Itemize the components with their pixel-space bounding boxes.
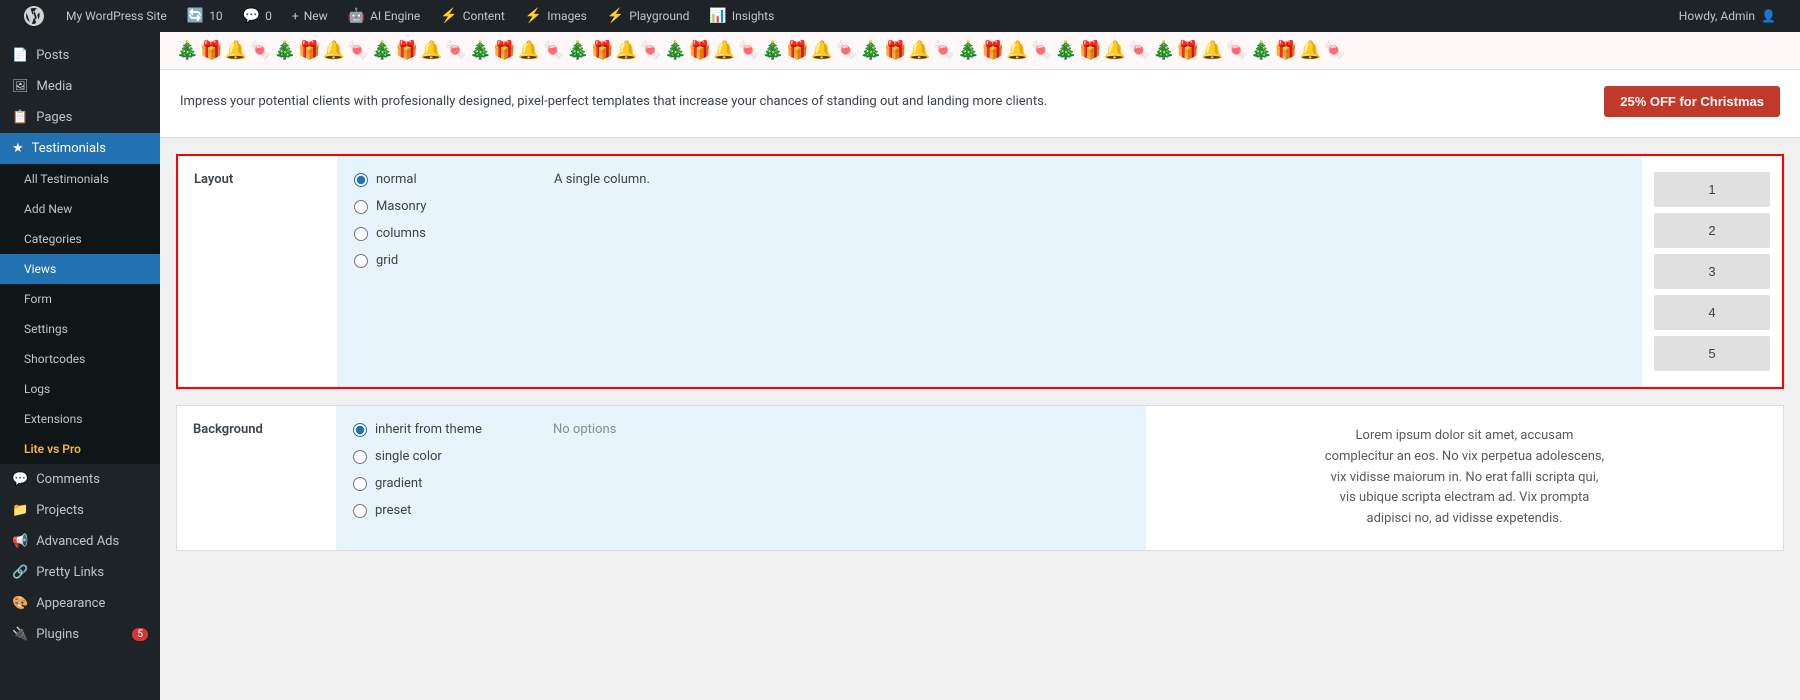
sidebar-item-form[interactable]: Form [0, 284, 160, 314]
appearance-icon: 🎨 [12, 596, 28, 611]
background-options: inherit from theme single color gradient [337, 406, 537, 550]
layout-option-normal[interactable]: normal [354, 172, 522, 187]
sidebar-item-testimonials[interactable]: ★ Testimonials [0, 133, 160, 164]
sidebar-item-media[interactable]: 🖼 Media [0, 71, 160, 102]
background-no-options: No options [537, 406, 1146, 550]
layout-option-columns[interactable]: columns [354, 226, 522, 241]
background-section-content: inherit from theme single color gradient [337, 406, 1783, 550]
background-preview-text: Lorem ipsum dolor sit amet, accusam comp… [1325, 426, 1605, 530]
projects-icon: 📁 [12, 503, 28, 518]
main-content: 🎄🎁🔔🍬🎄🎁🔔🍬🎄🎁🔔🍬🎄🎁🔔🍬🎄🎁🔔🍬🎄🎁🔔🍬🎄🎁🔔🍬🎄🎁🔔🍬🎄🎁🔔🍬🎄🎁🔔🍬… [160, 32, 1800, 700]
admin-bar: My WordPress Site 🔄 10 💬 0 + New 🤖 AI En… [0, 0, 1800, 32]
sidebar-item-pretty-links[interactable]: 🔗 Pretty Links [0, 557, 160, 588]
christmas-cta-button[interactable]: 25% OFF for Christmas [1604, 86, 1780, 117]
columns-panel: 1 2 3 4 5 [1642, 156, 1782, 387]
sidebar-item-extensions[interactable]: Extensions [0, 404, 160, 434]
layout-columns-label: columns [376, 226, 426, 241]
col-btn-3[interactable]: 3 [1654, 254, 1770, 289]
site-name-item[interactable]: My WordPress Site [56, 0, 177, 32]
plugins-badge: 5 [132, 628, 148, 641]
plugins-icon: 🔌 [12, 627, 28, 642]
bg-single-label: single color [375, 449, 442, 464]
sidebar-item-plugins[interactable]: 🔌 Plugins 5 [0, 619, 160, 650]
images-icon: ⚡ [525, 8, 542, 24]
comments-item[interactable]: 💬 0 [233, 0, 282, 32]
bg-option-preset[interactable]: preset [353, 503, 521, 518]
col-btn-1[interactable]: 1 [1654, 172, 1770, 207]
pages-icon: 📋 [12, 110, 28, 125]
sidebar-item-lite-vs-pro[interactable]: Lite vs Pro [0, 434, 160, 464]
layout-label: Layout [178, 156, 338, 387]
bg-inherit-label: inherit from theme [375, 422, 482, 437]
sidebar-item-categories[interactable]: Categories [0, 224, 160, 254]
ai-engine-icon: 🤖 [348, 8, 365, 24]
ai-engine-item[interactable]: 🤖 AI Engine [338, 0, 431, 32]
col-btn-2[interactable]: 2 [1654, 213, 1770, 248]
sidebar-item-add-new[interactable]: Add New [0, 194, 160, 224]
christmas-content: Impress your potential clients with prof… [160, 70, 1800, 137]
sidebar-item-logs[interactable]: Logs [0, 374, 160, 404]
sidebar-item-appearance[interactable]: 🎨 Appearance [0, 588, 160, 619]
testimonials-icon: ★ [12, 141, 24, 156]
christmas-banner: 🎄🎁🔔🍬🎄🎁🔔🍬🎄🎁🔔🍬🎄🎁🔔🍬🎄🎁🔔🍬🎄🎁🔔🍬🎄🎁🔔🍬🎄🎁🔔🍬🎄🎁🔔🍬🎄🎁🔔🍬… [160, 32, 1800, 138]
sidebar: 📄 Posts 🖼 Media 📋 Pages ★ Testimonials A… [0, 32, 160, 700]
sidebar-item-projects[interactable]: 📁 Projects [0, 495, 160, 526]
background-preview: Lorem ipsum dolor sit amet, accusam comp… [1146, 406, 1783, 550]
sidebar-item-shortcodes[interactable]: Shortcodes [0, 344, 160, 374]
posts-icon: 📄 [12, 48, 28, 63]
user-avatar-icon: 👤 [1761, 9, 1776, 23]
background-section: Background inherit from theme single col… [176, 405, 1784, 551]
content-item[interactable]: ⚡ Content [430, 0, 515, 32]
sidebar-item-views[interactable]: Views [0, 254, 160, 284]
content-icon: ⚡ [440, 8, 457, 24]
layout-normal-label: normal [376, 172, 417, 187]
bg-option-single[interactable]: single color [353, 449, 521, 464]
advanced-ads-icon: 📢 [12, 534, 28, 549]
layout-option-masonry[interactable]: Masonry [354, 199, 522, 214]
insights-icon: 📊 [709, 8, 726, 24]
settings-area: Layout normal Masonry column [160, 138, 1800, 583]
sidebar-item-advanced-ads[interactable]: 📢 Advanced Ads [0, 526, 160, 557]
bg-option-inherit[interactable]: inherit from theme [353, 422, 521, 437]
comments-sidebar-icon: 💬 [12, 472, 28, 487]
layout-option-grid[interactable]: grid [354, 253, 522, 268]
user-greeting[interactable]: Howdy, Admin 👤 [1667, 9, 1788, 23]
background-label: Background [177, 406, 337, 550]
sidebar-item-comments[interactable]: 💬 Comments [0, 464, 160, 495]
bg-preset-label: preset [375, 503, 411, 518]
bg-option-gradient[interactable]: gradient [353, 476, 521, 491]
bg-gradient-label: gradient [375, 476, 422, 491]
insights-item[interactable]: 📊 Insights [699, 0, 784, 32]
sidebar-item-all-testimonials[interactable]: All Testimonials [0, 164, 160, 194]
sidebar-item-settings[interactable]: Settings [0, 314, 160, 344]
updates-icon: 🔄 [187, 8, 204, 24]
layout-section: Layout normal Masonry column [176, 154, 1784, 389]
pretty-links-icon: 🔗 [12, 565, 28, 580]
images-item[interactable]: ⚡ Images [515, 0, 597, 32]
layout-options: normal Masonry columns grid [338, 156, 538, 387]
layout-grid-label: grid [376, 253, 398, 268]
media-icon: 🖼 [12, 79, 29, 94]
layout-masonry-label: Masonry [376, 199, 426, 214]
new-item[interactable]: + New [282, 0, 338, 32]
christmas-description: Impress your potential clients with prof… [180, 94, 1584, 109]
col-btn-5[interactable]: 5 [1654, 336, 1770, 371]
col-btn-4[interactable]: 4 [1654, 295, 1770, 330]
comments-icon: 💬 [243, 8, 260, 24]
playground-item[interactable]: ⚡ Playground [597, 0, 700, 32]
updates-item[interactable]: 🔄 10 [177, 0, 233, 32]
layout-section-content: normal Masonry columns grid [338, 156, 1782, 387]
layout-description: A single column. [538, 156, 1642, 387]
christmas-decorations: 🎄🎁🔔🍬🎄🎁🔔🍬🎄🎁🔔🍬🎄🎁🔔🍬🎄🎁🔔🍬🎄🎁🔔🍬🎄🎁🔔🍬🎄🎁🔔🍬🎄🎁🔔🍬🎄🎁🔔🍬… [160, 32, 1800, 70]
wp-logo[interactable] [12, 6, 56, 26]
sidebar-item-posts[interactable]: 📄 Posts [0, 40, 160, 71]
testimonials-submenu: All Testimonials Add New Categories View… [0, 164, 160, 464]
sidebar-item-pages[interactable]: 📋 Pages [0, 102, 160, 133]
playground-icon: ⚡ [607, 8, 624, 24]
